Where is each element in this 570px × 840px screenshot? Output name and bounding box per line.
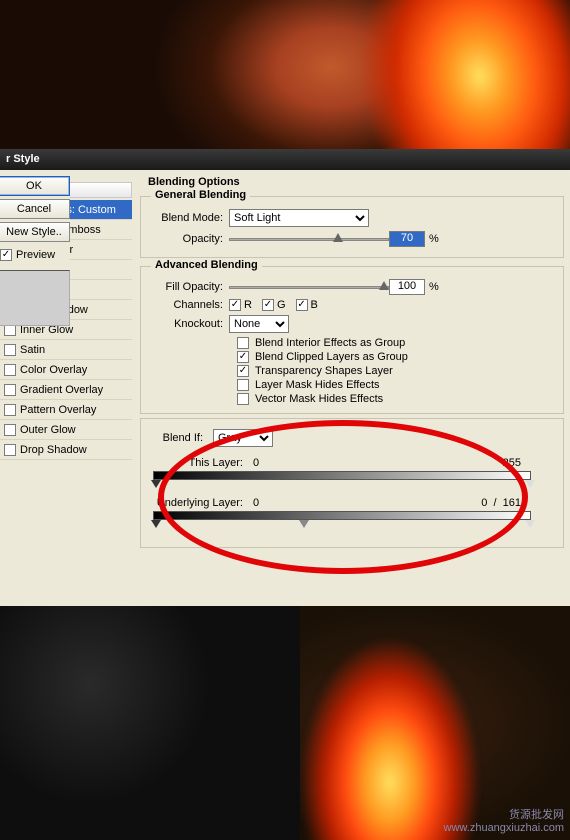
fill-opacity-input[interactable]: 100 <box>389 279 425 295</box>
style-checkbox[interactable] <box>4 424 16 436</box>
preview-checkbox[interactable]: ✓Preview <box>0 249 70 261</box>
flame-graphic <box>270 606 510 840</box>
options-panel: Blending Options General Blending Blend … <box>132 176 570 600</box>
knockout-select[interactable]: None <box>229 315 289 333</box>
underlying-low: 0 <box>253 497 259 509</box>
layer-style-dialog: yles nding Options: Custom Bevel & Embos… <box>0 170 570 606</box>
group-title: General Blending <box>151 189 250 201</box>
styles-item-label: Drop Shadow <box>20 440 87 460</box>
styles-item-gradient-overlay[interactable]: Gradient Overlay <box>0 380 132 400</box>
channel-b-checkbox[interactable]: ✓B <box>296 299 318 311</box>
opt-vector-mask-hides[interactable]: Vector Mask Hides Effects <box>237 393 555 405</box>
channel-g-checkbox[interactable]: ✓G <box>262 299 286 311</box>
styles-item-pattern-overlay[interactable]: Pattern Overlay <box>0 400 132 420</box>
fill-opacity-label: Fill Opacity: <box>149 281 229 293</box>
fill-opacity-unit: % <box>429 281 439 293</box>
style-checkbox[interactable] <box>4 344 16 356</box>
blend-if-label: Blend If: <box>153 432 213 444</box>
slider-handle-split-icon[interactable] <box>299 520 309 528</box>
opt-transparency-shapes[interactable]: ✓Transparency Shapes Layer <box>237 365 555 377</box>
this-layer-high: 255 <box>503 457 521 469</box>
styles-item-label: Gradient Overlay <box>20 380 103 400</box>
underlying-layer-label: Underlying Layer: <box>153 497 253 509</box>
flame-graphic <box>288 0 570 150</box>
styles-item-label: Outer Glow <box>20 420 76 440</box>
blend-if-group: Blend If: Gray This Layer: 0 255 Underly… <box>140 418 564 548</box>
styles-item-color-overlay[interactable]: Color Overlay <box>0 360 132 380</box>
watermark: 货源批发网 www.zhuangxiuzhai.com <box>444 806 564 834</box>
this-layer-low: 0 <box>253 457 259 469</box>
suit-graphic <box>0 606 300 840</box>
background-top <box>0 0 570 150</box>
group-title: Advanced Blending <box>151 259 262 271</box>
styles-item-label: Pattern Overlay <box>20 400 96 420</box>
opacity-slider[interactable] <box>229 231 389 247</box>
opt-blend-clipped[interactable]: ✓Blend Clipped Layers as Group <box>237 351 555 363</box>
cancel-button[interactable]: Cancel <box>0 199 70 219</box>
fill-opacity-slider[interactable] <box>229 279 389 295</box>
blend-mode-label: Blend Mode: <box>149 212 229 224</box>
style-checkbox[interactable] <box>4 364 16 376</box>
slider-handle-icon[interactable] <box>525 480 535 488</box>
ok-button[interactable]: OK <box>0 176 70 196</box>
this-layer-label: This Layer: <box>153 457 253 469</box>
styles-item-label: Satin <box>20 340 45 360</box>
style-checkbox[interactable] <box>4 384 16 396</box>
channels-label: Channels: <box>149 299 229 311</box>
general-blending-group: General Blending Blend Mode: Soft Light … <box>140 196 564 258</box>
opt-layer-mask-hides[interactable]: Layer Mask Hides Effects <box>237 379 555 391</box>
blend-if-select[interactable]: Gray <box>213 429 273 447</box>
opt-blend-interior[interactable]: Blend Interior Effects as Group <box>237 337 555 349</box>
opacity-unit: % <box>429 233 439 245</box>
slider-thumb-icon[interactable] <box>333 233 343 242</box>
underlying-layer-slider[interactable] <box>153 511 551 527</box>
style-checkbox[interactable] <box>4 404 16 416</box>
slider-handle-icon[interactable] <box>525 520 535 528</box>
styles-item-drop-shadow[interactable]: Drop Shadow <box>0 440 132 460</box>
background-bottom <box>0 606 570 840</box>
slider-thumb-icon[interactable] <box>379 281 389 290</box>
style-checkbox[interactable] <box>4 444 16 456</box>
styles-item-satin[interactable]: Satin <box>0 340 132 360</box>
dialog-title: r Style <box>6 153 40 165</box>
preview-swatch <box>0 270 70 326</box>
slider-handle-icon[interactable] <box>151 480 161 488</box>
opacity-label: Opacity: <box>149 233 229 245</box>
slider-handle-icon[interactable] <box>151 520 161 528</box>
styles-item-label: Color Overlay <box>20 360 87 380</box>
advanced-blending-group: Advanced Blending Fill Opacity: 100 % Ch… <box>140 266 564 414</box>
dialog-buttons: OK Cancel New Style.. ✓Preview <box>0 176 70 326</box>
knockout-label: Knockout: <box>149 318 229 330</box>
panel-title: Blending Options <box>140 176 564 188</box>
underlying-high: 0 / 161 <box>481 497 521 509</box>
styles-item-outer-glow[interactable]: Outer Glow <box>0 420 132 440</box>
opacity-input[interactable]: 70 <box>389 231 425 247</box>
dialog-titlebar: r Style <box>0 149 570 170</box>
channel-r-checkbox[interactable]: ✓R <box>229 299 252 311</box>
blend-mode-select[interactable]: Soft Light <box>229 209 369 227</box>
this-layer-slider[interactable] <box>153 471 551 487</box>
new-style-button[interactable]: New Style.. <box>0 222 70 242</box>
